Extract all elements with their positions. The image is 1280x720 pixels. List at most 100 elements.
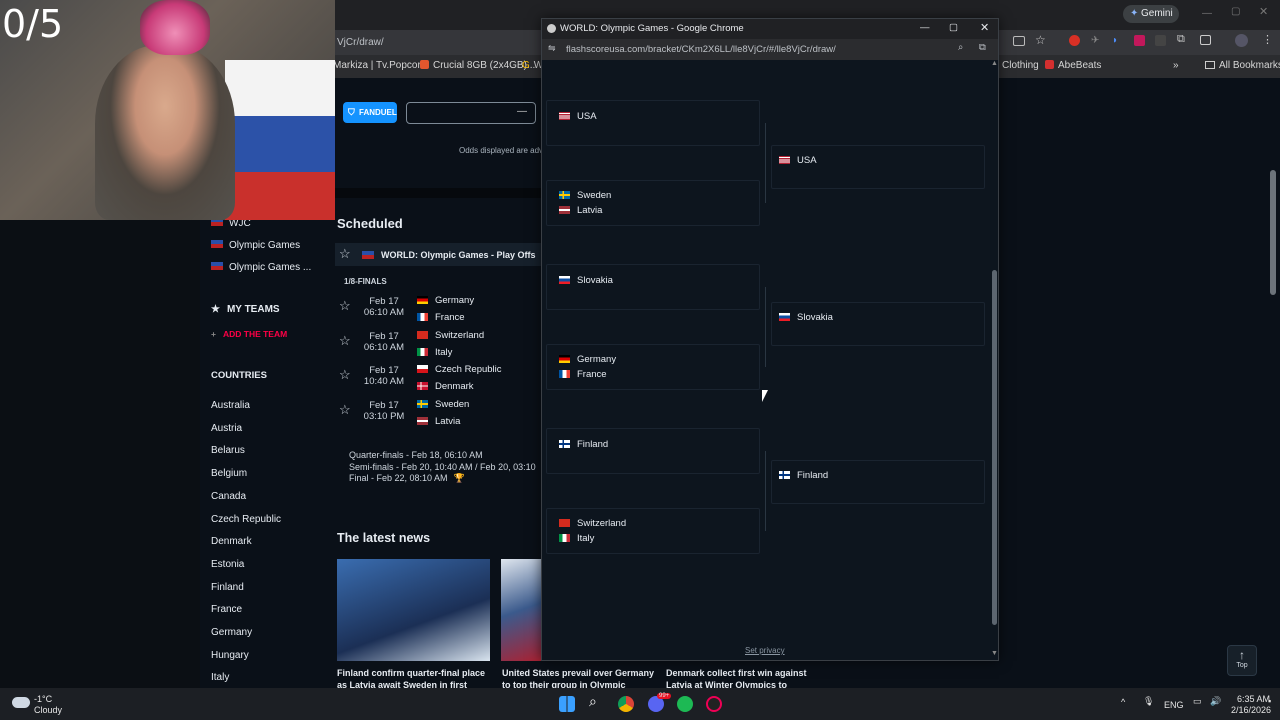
bracket-team[interactable]: Latvia <box>559 205 602 216</box>
search-icon[interactable]: ⌕ <box>589 693 605 709</box>
match-row[interactable]: ☆ Feb 17 06:10 AM Germany France <box>335 293 541 326</box>
weather-desc[interactable]: Cloudy <box>34 705 62 715</box>
page-scrollbar[interactable] <box>1270 170 1276 295</box>
scroll-up-icon[interactable]: ▲ <box>991 60 998 67</box>
add-team-link[interactable]: + ADD THE TEAM <box>211 329 287 339</box>
match-row[interactable]: ☆ Feb 17 03:10 PM Sweden Latvia <box>335 397 541 430</box>
spotify-icon[interactable] <box>677 696 693 712</box>
bracket-team[interactable]: USA <box>559 111 597 122</box>
all-bookmarks[interactable]: All Bookmarks <box>1205 60 1280 71</box>
address-fragment[interactable]: VjCr/draw/ <box>337 37 384 48</box>
bracket-team[interactable]: Italy <box>559 533 594 544</box>
bracket-team[interactable]: Slovakia <box>779 312 833 323</box>
popup-url[interactable]: flashscoreusa.com/bracket/CKm2X6LL/lle8V… <box>566 44 836 55</box>
bookmark-markiza[interactable]: Markiza | Tv.Popcor... <box>333 60 429 71</box>
fanduel-button[interactable]: ⛉ FANDUEL <box>343 102 397 123</box>
news-image-2[interactable] <box>501 559 541 661</box>
star-icon[interactable]: ☆ <box>1035 33 1046 47</box>
country-czech-republic[interactable]: Czech Republic <box>211 514 281 525</box>
popup-close-icon[interactable]: ✕ <box>980 21 989 34</box>
menu-icon[interactable]: ⋮ <box>1262 33 1273 46</box>
bracket-quarterfinal-box[interactable]: Slovakia <box>771 302 985 346</box>
extension-blue-icon[interactable]: ◗ <box>1112 35 1118 46</box>
match-favorite-star-icon[interactable]: ☆ <box>339 333 351 349</box>
app-icon[interactable] <box>706 696 722 712</box>
bracket-team[interactable]: Germany <box>559 354 616 365</box>
maximize-icon[interactable]: ▢ <box>1231 6 1240 17</box>
match-row[interactable]: ☆ Feb 17 10:40 AM Czech Republic Denmark <box>335 362 541 395</box>
match-team-home[interactable]: Sweden <box>417 399 469 410</box>
extensions-puzzle-icon[interactable]: ⧉ <box>1177 33 1185 46</box>
country-belgium[interactable]: Belgium <box>211 468 247 479</box>
bracket-quarterfinal-box[interactable]: Finland <box>771 460 985 504</box>
side-panel-icon[interactable] <box>1200 35 1211 45</box>
weather-temp[interactable]: -1°C <box>34 694 52 704</box>
bracket-team[interactable]: Finland <box>559 439 608 450</box>
set-privacy-link[interactable]: Set privacy <box>745 646 785 655</box>
bookmark-abebeats[interactable]: AbeBeats <box>1045 60 1101 71</box>
site-info-icon[interactable]: ⇋ <box>548 43 556 54</box>
volume-icon[interactable]: 🔊 <box>1210 696 1221 707</box>
minimize-icon[interactable]: — <box>1202 8 1212 19</box>
popup-titlebar[interactable]: WORLD: Olympic Games - Google Chrome — ▢… <box>542 19 998 39</box>
match-team-home[interactable]: Switzerland <box>417 330 484 341</box>
match-team-away[interactable]: Italy <box>417 347 452 358</box>
language-indicator[interactable]: ENG <box>1164 700 1184 710</box>
bracket-team[interactable]: Switzerland <box>559 518 626 529</box>
country-italy[interactable]: Italy <box>211 672 229 683</box>
clock-time[interactable]: 6:35 AM <box>1237 694 1270 704</box>
country-germany[interactable]: Germany <box>211 627 252 638</box>
match-team-away[interactable]: Latvia <box>417 416 460 427</box>
bracket-match-box[interactable]: Finland <box>546 428 760 474</box>
extension-icon[interactable] <box>1013 36 1025 46</box>
scroll-down-icon[interactable]: ▼ <box>991 650 998 657</box>
bracket-team[interactable]: USA <box>779 155 817 166</box>
bracket-team[interactable]: Slovakia <box>559 275 613 286</box>
odds-input[interactable]: — <box>406 102 536 124</box>
tray-chevron-icon[interactable]: ^ <box>1121 697 1125 707</box>
popup-minimize-icon[interactable]: — <box>920 22 930 33</box>
sidebar-item-olympic-games[interactable]: Olympic Games <box>211 240 300 251</box>
bracket-match-box[interactable]: Germany France <box>546 344 760 390</box>
country-finland[interactable]: Finland <box>211 582 244 593</box>
extension-dark-icon[interactable] <box>1155 35 1166 46</box>
extension-grey-icon[interactable]: ✈ <box>1091 35 1099 46</box>
competition-name[interactable]: WORLD: Olympic Games - Play Offs <box>381 250 536 260</box>
zoom-icon[interactable]: ⌕ <box>958 42 963 53</box>
bracket-scrollbar[interactable] <box>992 270 997 625</box>
notification-icon[interactable]: ▪ <box>1268 696 1271 706</box>
profile-avatar[interactable] <box>1235 34 1248 47</box>
country-denmark[interactable]: Denmark <box>211 536 252 547</box>
country-france[interactable]: France <box>211 604 242 615</box>
gemini-button[interactable]: ✦ Gemini <box>1123 5 1179 23</box>
bookmark-crucial[interactable]: Crucial 8GB (2x4GB)... <box>420 60 535 71</box>
popup-address-bar[interactable]: ⇋ flashscoreusa.com/bracket/CKm2X6LL/lle… <box>542 39 998 60</box>
bracket-match-box[interactable]: Slovakia <box>546 264 760 310</box>
extension-red-icon[interactable] <box>1069 35 1080 46</box>
install-icon[interactable]: ⧉ <box>979 42 986 53</box>
network-icon[interactable]: ▭ <box>1193 696 1202 707</box>
country-hungary[interactable]: Hungary <box>211 650 249 661</box>
bracket-match-box[interactable]: Switzerland Italy <box>546 508 760 554</box>
collapse-icon[interactable]: — <box>517 106 527 117</box>
weather-cloud-icon[interactable] <box>12 697 30 708</box>
microphone-icon[interactable]: 🎙 <box>1143 696 1154 707</box>
match-team-away[interactable]: Denmark <box>417 381 474 392</box>
country-canada[interactable]: Canada <box>211 491 246 502</box>
match-team-home[interactable]: Germany <box>417 295 474 306</box>
close-icon[interactable]: ✕ <box>1259 5 1268 18</box>
match-favorite-star-icon[interactable]: ☆ <box>339 367 351 383</box>
news-image-1[interactable] <box>337 559 490 661</box>
back-to-top-button[interactable]: ↑ Top <box>1227 645 1257 676</box>
clock-date[interactable]: 2/16/2026 <box>1231 705 1271 715</box>
match-team-away[interactable]: France <box>417 312 465 323</box>
bracket-team[interactable]: Sweden <box>559 190 611 201</box>
favorite-star-icon[interactable]: ☆ <box>339 246 351 262</box>
bookmarks-overflow-icon[interactable]: » <box>1173 60 1179 71</box>
match-favorite-star-icon[interactable]: ☆ <box>339 298 351 314</box>
country-estonia[interactable]: Estonia <box>211 559 244 570</box>
popup-maximize-icon[interactable]: ▢ <box>949 22 958 33</box>
extension-purple-icon[interactable] <box>1134 35 1145 46</box>
bookmark-clothing[interactable]: Clothing <box>1002 60 1039 71</box>
bracket-match-box[interactable]: USA <box>546 100 760 146</box>
